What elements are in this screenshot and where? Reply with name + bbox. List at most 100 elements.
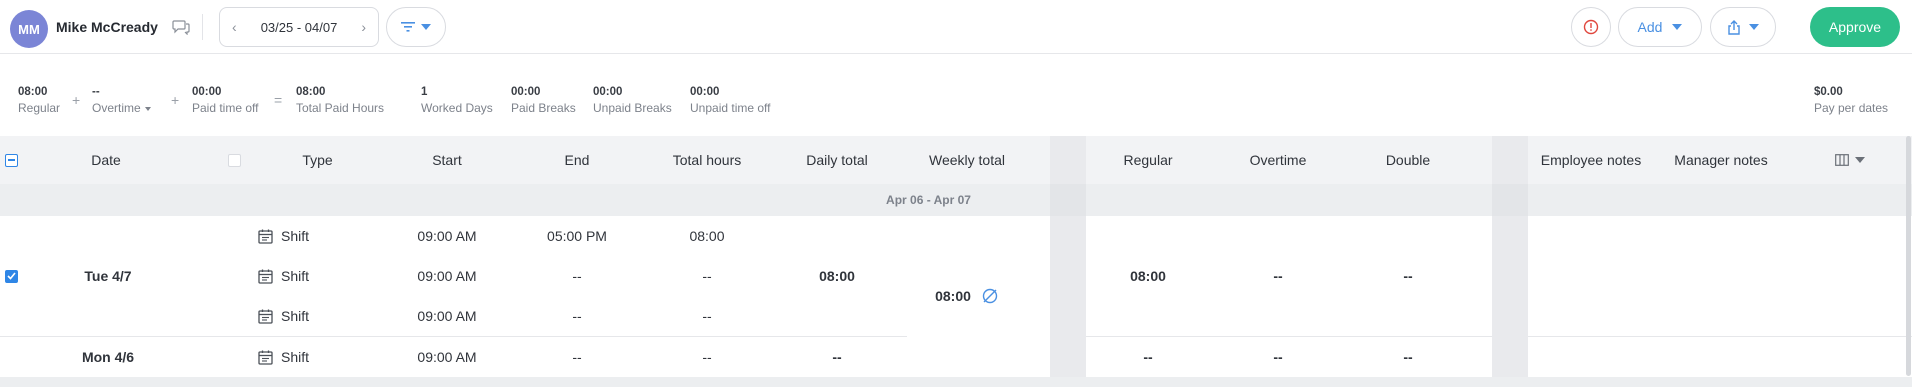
plus-sign: + bbox=[72, 92, 81, 108]
summary-unpaid-time-off: 00:00 Unpaid time off bbox=[690, 84, 771, 116]
summary-regular: 08:00 Regular bbox=[18, 84, 60, 116]
shift-start[interactable]: 09:00 AM bbox=[397, 262, 497, 290]
column-weekly-total[interactable]: Weekly total bbox=[917, 136, 1017, 184]
calendar-icon bbox=[258, 229, 273, 244]
week-group-label: Apr 06 - Apr 07 bbox=[886, 193, 971, 207]
summary-value: -- bbox=[92, 86, 100, 98]
column-group-gutter bbox=[1050, 136, 1086, 377]
summary-label: Paid Breaks bbox=[511, 101, 576, 115]
summary-value: 00:00 bbox=[511, 86, 541, 98]
select-all-cell[interactable] bbox=[0, 136, 22, 184]
shift-type-label: Shift bbox=[281, 308, 310, 324]
shift-total: 08:00 bbox=[689, 228, 725, 244]
row-regular: 08:00 bbox=[1130, 268, 1166, 284]
shift-type[interactable]: Shift bbox=[258, 302, 309, 330]
caret-down-icon bbox=[144, 106, 151, 111]
chat-icon[interactable] bbox=[172, 19, 190, 35]
column-type[interactable]: Type bbox=[270, 136, 365, 184]
summary-label: Regular bbox=[18, 101, 61, 115]
shift-end[interactable]: 05:00 PM bbox=[527, 222, 627, 250]
shift-type-label: Shift bbox=[281, 349, 310, 365]
summary-label: Paid time off bbox=[192, 101, 259, 115]
summary-value: 08:00 bbox=[296, 86, 326, 98]
column-regular[interactable]: Regular bbox=[1098, 136, 1198, 184]
issues-button[interactable] bbox=[1571, 7, 1611, 47]
share-icon bbox=[1728, 19, 1740, 35]
shift-start[interactable]: 09:00 AM bbox=[397, 222, 497, 250]
row-overtime: -- bbox=[1273, 268, 1283, 284]
summary-overtime[interactable]: -- Overtime bbox=[92, 84, 151, 116]
shift-end[interactable]: -- bbox=[527, 262, 627, 290]
shift-start[interactable]: 09:00 AM bbox=[397, 343, 497, 371]
type-select-cell[interactable] bbox=[225, 136, 243, 184]
calendar-icon bbox=[258, 309, 273, 324]
column-settings[interactable] bbox=[1832, 136, 1868, 184]
weekly-total: 08:00 bbox=[935, 288, 971, 304]
column-daily-total[interactable]: Daily total bbox=[787, 136, 887, 184]
date-range-label: 03/25 - 04/07 bbox=[260, 19, 338, 35]
summary-label: Overtime bbox=[92, 100, 151, 116]
column-employee-notes[interactable]: Employee notes bbox=[1530, 136, 1652, 184]
shift-end[interactable]: -- bbox=[527, 343, 627, 371]
summary-label: Pay per dates bbox=[1814, 101, 1889, 115]
add-button-label: Add bbox=[1637, 19, 1663, 35]
row-checkbox-cell[interactable] bbox=[0, 262, 22, 290]
date-range-picker[interactable]: ‹ 03/25 - 04/07 › bbox=[219, 7, 379, 47]
weekly-total-cell: 08:00 bbox=[917, 282, 1017, 310]
caret-down-icon bbox=[1672, 24, 1683, 30]
caret-down-icon bbox=[421, 24, 431, 30]
column-date[interactable]: Date bbox=[60, 136, 152, 184]
summary-value: 08:00 bbox=[18, 86, 48, 98]
select-all-checkbox[interactable] bbox=[4, 153, 18, 167]
summary-worked-days: 1 Worked Days bbox=[421, 84, 493, 116]
column-total-hours[interactable]: Total hours bbox=[657, 136, 757, 184]
column-manager-notes[interactable]: Manager notes bbox=[1663, 136, 1779, 184]
filter-button[interactable] bbox=[386, 7, 446, 47]
header-divider bbox=[202, 14, 203, 40]
column-end[interactable]: End bbox=[527, 136, 627, 184]
summary-value: 00:00 bbox=[690, 86, 720, 98]
avatar[interactable]: MM bbox=[10, 10, 48, 48]
shift-start[interactable]: 09:00 AM bbox=[397, 302, 497, 330]
export-button[interactable] bbox=[1710, 7, 1776, 47]
hours-summary: 08:00 Regular + -- Overtime + 00:00 Paid… bbox=[0, 54, 1912, 136]
column-overtime[interactable]: Overtime bbox=[1228, 136, 1328, 184]
column-double[interactable]: Double bbox=[1358, 136, 1458, 184]
chevron-right-icon[interactable]: › bbox=[361, 19, 366, 35]
plus-sign: + bbox=[171, 92, 180, 108]
summary-unpaid-breaks: 00:00 Unpaid Breaks bbox=[593, 84, 672, 116]
chevron-left-icon[interactable]: ‹ bbox=[232, 19, 237, 35]
approve-button[interactable]: Approve bbox=[1810, 7, 1900, 47]
daily-total: 08:00 bbox=[819, 268, 855, 284]
shift-type[interactable]: Shift bbox=[258, 222, 309, 250]
summary-value: 00:00 bbox=[192, 86, 222, 98]
row-divider bbox=[1086, 336, 1492, 337]
column-group-gutter bbox=[1050, 184, 1086, 216]
shift-type-label: Shift bbox=[281, 228, 310, 244]
row-divider bbox=[0, 336, 907, 337]
row-date[interactable]: Tue 4/7 bbox=[58, 262, 158, 290]
calendar-icon bbox=[258, 350, 273, 365]
type-select-checkbox[interactable] bbox=[227, 153, 241, 167]
summary-label: Total Paid Hours bbox=[296, 101, 385, 115]
shift-type[interactable]: Shift bbox=[258, 262, 309, 290]
row-checkbox[interactable] bbox=[4, 269, 18, 283]
shift-type-label: Shift bbox=[281, 268, 310, 284]
column-start[interactable]: Start bbox=[397, 136, 497, 184]
table-footer-strip bbox=[0, 377, 1912, 387]
caret-down-icon bbox=[1749, 24, 1759, 30]
summary-label: Worked Days bbox=[421, 101, 493, 115]
row-double: -- bbox=[1403, 349, 1413, 365]
no-overtime-icon[interactable] bbox=[981, 287, 999, 305]
employee-name[interactable]: Mike McCready bbox=[56, 19, 158, 35]
shift-type[interactable]: Shift bbox=[258, 343, 309, 371]
vertical-scrollbar[interactable] bbox=[1906, 136, 1911, 376]
equals-sign: = bbox=[274, 92, 283, 108]
shift-end[interactable]: -- bbox=[527, 302, 627, 330]
daily-total: -- bbox=[832, 349, 842, 365]
columns-icon bbox=[1835, 154, 1849, 166]
row-date[interactable]: Mon 4/6 bbox=[58, 343, 158, 371]
row-regular: -- bbox=[1143, 349, 1153, 365]
add-button[interactable]: Add bbox=[1618, 7, 1702, 47]
checkmark-icon bbox=[6, 272, 16, 280]
